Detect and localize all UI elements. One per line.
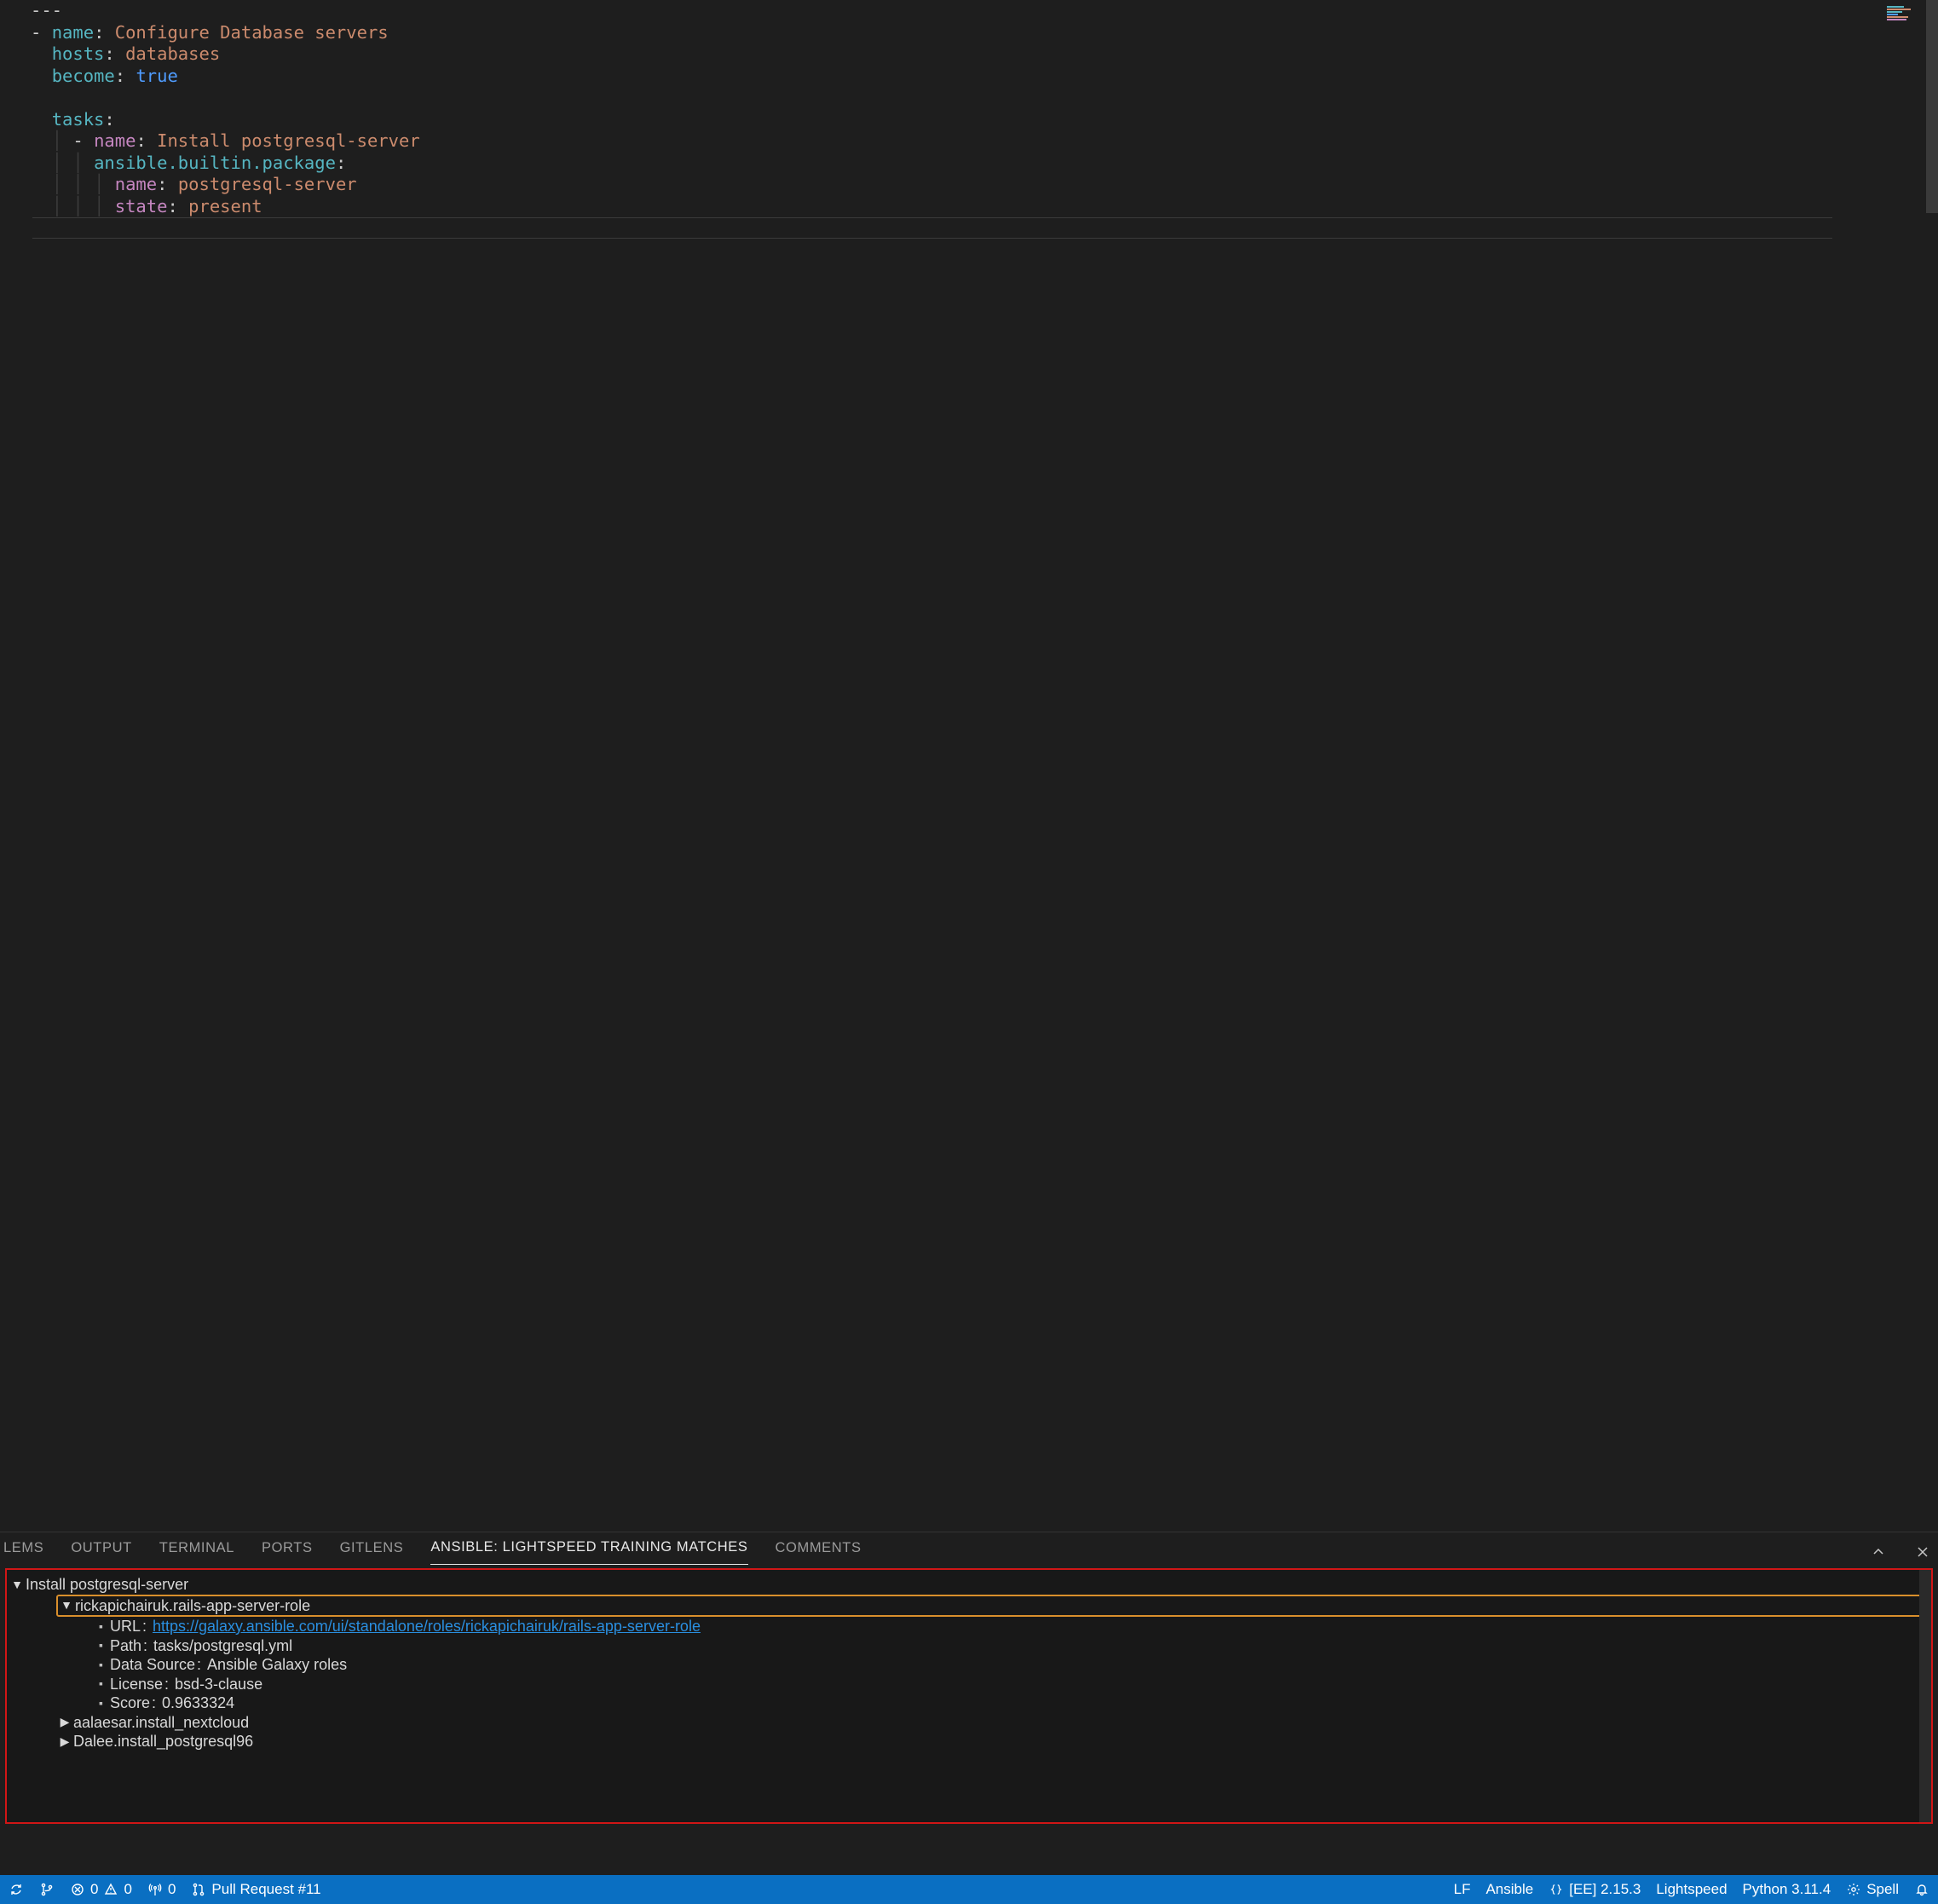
sync-icon — [9, 1882, 24, 1897]
tree-match-item[interactable]: ▶ aalaesar.install_nextcloud — [56, 1713, 1929, 1733]
detail-value: tasks/postgresql.yml — [153, 1636, 292, 1656]
sb-python-button[interactable]: Python 3.11.4 — [1743, 1881, 1831, 1898]
lightspeed-matches-panel: ▼ Install postgresql-server ▼ rickapicha… — [5, 1568, 1933, 1824]
gear-icon — [1846, 1882, 1861, 1897]
sb-ee-button[interactable]: [EE] 2.15.3 — [1549, 1881, 1641, 1898]
sb-warnings-count: 0 — [124, 1881, 131, 1898]
sb-notifications-button[interactable] — [1914, 1882, 1929, 1897]
editor-scrollbar[interactable] — [1926, 0, 1938, 213]
chevron-right-icon[interactable]: ▶ — [58, 1715, 72, 1730]
code-text: --- — [31, 0, 62, 20]
panel-close-icon[interactable] — [1914, 1543, 1931, 1561]
vscode-window: ---- name: Configure Database servers ho… — [0, 0, 1938, 1904]
bullet-icon: ▪ — [95, 1696, 108, 1711]
sb-ee-label: [EE] 2.15.3 — [1569, 1881, 1641, 1898]
detail-label: Data Source — [110, 1655, 195, 1675]
git-pull-request-icon — [191, 1882, 206, 1897]
radio-tower-icon — [147, 1882, 163, 1897]
tab-output[interactable]: OUTPUT — [71, 1540, 131, 1565]
editor-area[interactable]: ---- name: Configure Database servers ho… — [0, 0, 1938, 1532]
detail-label: Score — [110, 1693, 150, 1713]
braces-icon — [1549, 1882, 1564, 1897]
match-detail-row: ▪ URL: https://galaxy.ansible.com/ui/sta… — [94, 1617, 1929, 1636]
chevron-down-icon[interactable]: ▼ — [60, 1598, 73, 1613]
match-url-link[interactable]: https://galaxy.ansible.com/ui/standalone… — [153, 1617, 701, 1636]
panel-scrollbar[interactable] — [1919, 1570, 1931, 1822]
bullet-icon: ▪ — [95, 1638, 108, 1653]
sb-sync-button[interactable] — [9, 1882, 24, 1897]
tab-ansible-lightspeed[interactable]: ANSIBLE: LIGHTSPEED TRAINING MATCHES — [430, 1539, 747, 1565]
sb-spell-label: Spell — [1866, 1881, 1899, 1898]
yaml-key: ansible.builtin.package — [94, 153, 336, 173]
sb-ports-count: 0 — [168, 1881, 176, 1898]
match-detail-row: ▪ License: bsd-3-clause — [94, 1675, 1929, 1694]
chevron-down-icon[interactable]: ▼ — [10, 1578, 24, 1593]
detail-label: License — [110, 1675, 163, 1694]
sb-pr-label: Pull Request #11 — [211, 1881, 320, 1898]
sb-language-button[interactable]: Ansible — [1485, 1881, 1533, 1898]
sb-pull-request-button[interactable]: Pull Request #11 — [191, 1881, 320, 1898]
tree-match-item[interactable]: ▶ Dalee.install_postgresql96 — [56, 1732, 1929, 1751]
tree-label: aalaesar.install_nextcloud — [73, 1713, 249, 1733]
yaml-value: true — [136, 66, 177, 86]
tree-label: Dalee.install_postgresql96 — [73, 1732, 253, 1751]
yaml-dash: - — [31, 22, 41, 43]
sb-eol-button[interactable]: LF — [1454, 1881, 1471, 1898]
yaml-key: state — [115, 196, 168, 216]
panel-tab-bar: LEMS OUTPUT TERMINAL PORTS GITLENS ANSIB… — [0, 1532, 1938, 1565]
minimap[interactable] — [1887, 5, 1929, 22]
code-editor[interactable]: ---- name: Configure Database servers ho… — [27, 0, 1938, 217]
git-branch-icon — [39, 1882, 55, 1897]
tree-label: rickapichairuk.rails-app-server-role — [75, 1596, 310, 1616]
warning-icon — [103, 1882, 118, 1897]
match-detail-row: ▪ Path: tasks/postgresql.yml — [94, 1636, 1929, 1656]
bullet-icon: ▪ — [95, 1658, 108, 1673]
cursor-line — [32, 217, 1832, 239]
error-icon — [70, 1882, 85, 1897]
status-bar: 0 0 0 Pull Request #11 LF Ansible [EE] — [0, 1875, 1938, 1904]
match-detail-row: ▪ Data Source: Ansible Galaxy roles — [94, 1655, 1929, 1675]
yaml-key: name — [94, 130, 136, 151]
tab-problems[interactable]: LEMS — [3, 1540, 43, 1565]
detail-value: Ansible Galaxy roles — [207, 1655, 347, 1675]
sb-spell-button[interactable]: Spell — [1846, 1881, 1899, 1898]
tab-terminal[interactable]: TERMINAL — [159, 1540, 234, 1565]
tree-match-item[interactable]: ▼ rickapichairuk.rails-app-server-role — [56, 1595, 1926, 1618]
bullet-icon: ▪ — [95, 1619, 108, 1635]
tree-root[interactable]: ▼ Install postgresql-server — [9, 1575, 1929, 1595]
sb-errors-count: 0 — [90, 1881, 98, 1898]
detail-value: bsd-3-clause — [175, 1675, 262, 1694]
match-detail-row: ▪ Score: 0.9633324 — [94, 1693, 1929, 1713]
yaml-value: Configure Database servers — [115, 22, 389, 43]
bottom-panel: LEMS OUTPUT TERMINAL PORTS GITLENS ANSIB… — [0, 1532, 1938, 1832]
tab-ports[interactable]: PORTS — [262, 1540, 313, 1565]
sb-lightspeed-button[interactable]: Lightspeed — [1656, 1881, 1727, 1898]
detail-label: URL — [110, 1617, 141, 1636]
yaml-key: name — [52, 22, 94, 43]
chevron-right-icon[interactable]: ▶ — [58, 1734, 72, 1750]
yaml-key: become — [52, 66, 115, 86]
tree-label: Install postgresql-server — [26, 1575, 188, 1595]
panel-collapse-icon[interactable] — [1870, 1543, 1887, 1561]
tab-comments[interactable]: COMMENTS — [776, 1540, 862, 1565]
tab-gitlens[interactable]: GITLENS — [340, 1540, 404, 1565]
bullet-icon: ▪ — [95, 1676, 108, 1692]
yaml-key: hosts — [52, 43, 105, 64]
sb-problems-button[interactable]: 0 0 — [70, 1881, 132, 1898]
detail-value: 0.9633324 — [162, 1693, 234, 1713]
yaml-value: postgresql-server — [178, 174, 357, 194]
yaml-key: tasks — [52, 109, 105, 130]
yaml-dash: - — [72, 130, 83, 151]
sb-ports-button[interactable]: 0 — [147, 1881, 176, 1898]
yaml-key: name — [115, 174, 157, 194]
yaml-value: databases — [125, 43, 220, 64]
yaml-value: present — [188, 196, 262, 216]
sb-branch-button[interactable] — [39, 1882, 55, 1897]
detail-label: Path — [110, 1636, 141, 1656]
bell-icon — [1914, 1882, 1929, 1897]
yaml-value: Install postgresql-server — [157, 130, 420, 151]
